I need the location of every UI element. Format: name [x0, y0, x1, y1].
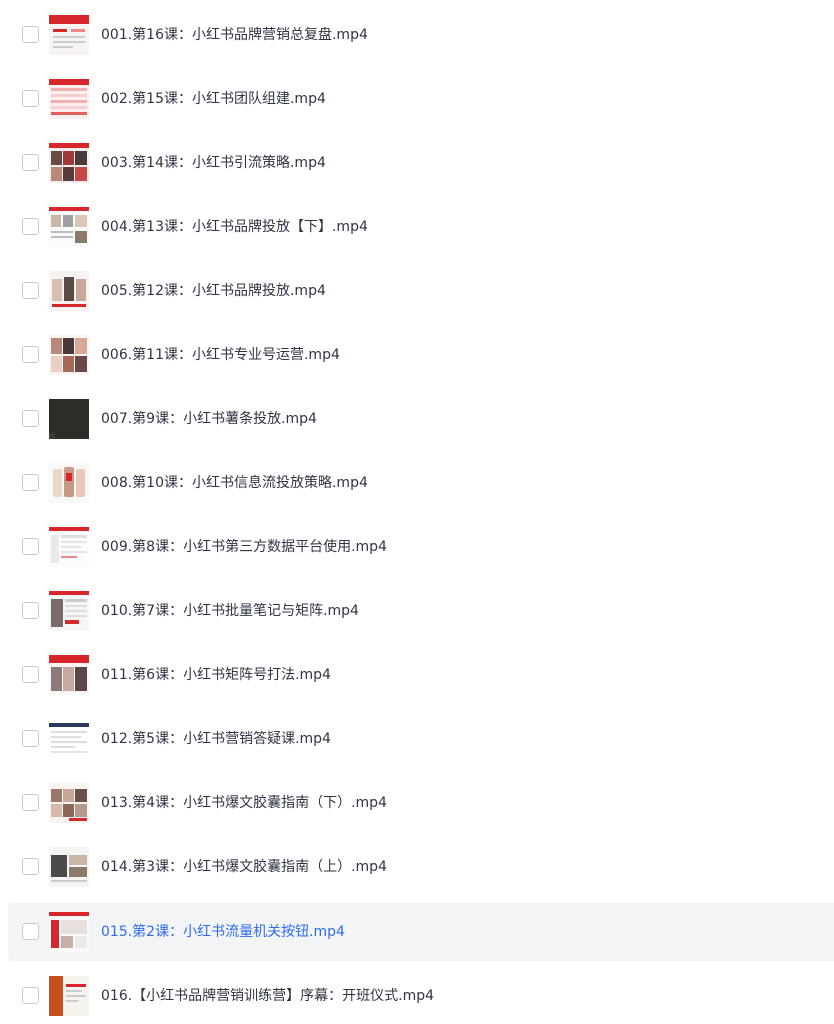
file-row[interactable]: 005.第12课：小红书品牌投放.mp4 [8, 262, 834, 320]
file-checkbox[interactable] [22, 666, 39, 683]
file-row[interactable]: 012.第5课：小红书营销答疑课.mp4 [8, 710, 834, 768]
file-name[interactable]: 006.第11课：小红书专业号运营.mp4 [101, 326, 340, 384]
file-checkbox[interactable] [22, 282, 39, 299]
slide-notes-thumbnail[interactable] [49, 591, 89, 631]
file-name[interactable]: 004.第13课：小红书品牌投放【下】.mp4 [101, 198, 368, 256]
slide-document-thumbnail[interactable] [49, 719, 89, 759]
file-checkbox[interactable] [22, 154, 39, 171]
slide-screenshot-thumbnail[interactable] [49, 912, 89, 952]
file-row[interactable]: 014.第3课：小红书爆文胶囊指南（上）.mp4 [8, 838, 834, 896]
dark-video-frame-thumbnail[interactable] [49, 399, 89, 439]
file-checkbox[interactable] [22, 858, 39, 875]
file-name[interactable]: 003.第14课：小红书引流策略.mp4 [101, 134, 326, 192]
file-row[interactable]: 013.第4课：小红书爆文胶囊指南（下）.mp4 [8, 774, 834, 832]
slide-white-grid-thumbnail[interactable] [49, 207, 89, 247]
file-row[interactable]: 009.第8课：小红书第三方数据平台使用.mp4 [8, 518, 834, 576]
slide-profile-cards-thumbnail[interactable] [49, 335, 89, 375]
file-name[interactable]: 001.第16课：小红书品牌营销总复盘.mp4 [101, 6, 368, 64]
file-checkbox[interactable] [22, 346, 39, 363]
file-row[interactable]: 011.第6课：小红书矩阵号打法.mp4 [8, 646, 834, 704]
file-list: 001.第16课：小红书品牌营销总复盘.mp4 002.第15课：小红书团队组建… [0, 0, 834, 1024]
slide-dashboard-thumbnail[interactable] [49, 527, 89, 567]
file-checkbox[interactable] [22, 987, 39, 1004]
slide-photo-grid-thumbnail[interactable] [49, 783, 89, 823]
file-row[interactable]: 004.第13课：小红书品牌投放【下】.mp4 [8, 198, 834, 256]
file-checkbox[interactable] [22, 90, 39, 107]
file-name[interactable]: 007.第9课：小红书薯条投放.mp4 [101, 390, 317, 448]
file-name[interactable]: 012.第5课：小红书营销答疑课.mp4 [101, 710, 331, 768]
file-checkbox[interactable] [22, 410, 39, 427]
file-name[interactable]: 014.第3课：小红书爆文胶囊指南（上）.mp4 [101, 838, 387, 896]
file-row[interactable]: 006.第11课：小红书专业号运营.mp4 [8, 326, 834, 384]
slide-red-header-thumbnail[interactable] [49, 15, 89, 55]
slide-matrix-thumbnail[interactable] [49, 655, 89, 695]
orange-cover-thumbnail[interactable] [49, 976, 89, 1016]
file-name[interactable]: 002.第15课：小红书团队组建.mp4 [101, 70, 326, 128]
file-name[interactable]: 008.第10课：小红书信息流投放策略.mp4 [101, 454, 368, 512]
slide-photo-collage-thumbnail[interactable] [49, 847, 89, 887]
file-name[interactable]: 011.第6课：小红书矩阵号打法.mp4 [101, 646, 331, 704]
slide-red-table-thumbnail[interactable] [49, 79, 89, 119]
file-row-highlighted[interactable]: 015.第2课：小红书流量机关按钮.mp4 [8, 903, 834, 961]
file-row[interactable]: 003.第14课：小红书引流策略.mp4 [8, 134, 834, 192]
file-checkbox[interactable] [22, 538, 39, 555]
file-row[interactable]: 002.第15课：小红书团队组建.mp4 [8, 70, 834, 128]
file-name[interactable]: 009.第8课：小红书第三方数据平台使用.mp4 [101, 518, 387, 576]
file-checkbox[interactable] [22, 474, 39, 491]
file-name[interactable]: 015.第2课：小红书流量机关按钮.mp4 [101, 903, 345, 961]
file-checkbox[interactable] [22, 730, 39, 747]
file-name[interactable]: 005.第12课：小红书品牌投放.mp4 [101, 262, 326, 320]
file-checkbox[interactable] [22, 218, 39, 235]
file-checkbox[interactable] [22, 602, 39, 619]
file-row[interactable]: 010.第7课：小红书批量笔记与矩阵.mp4 [8, 582, 834, 640]
file-name[interactable]: 010.第7课：小红书批量笔记与矩阵.mp4 [101, 582, 359, 640]
slide-portraits-thumbnail[interactable] [49, 271, 89, 311]
file-row[interactable]: 016.【小红书品牌营销训练营】序幕：开班仪式.mp4 [8, 967, 834, 1024]
slide-phone-screens-thumbnail[interactable] [49, 463, 89, 503]
file-checkbox[interactable] [22, 794, 39, 811]
file-name[interactable]: 016.【小红书品牌营销训练营】序幕：开班仪式.mp4 [101, 967, 434, 1024]
file-name[interactable]: 013.第4课：小红书爆文胶囊指南（下）.mp4 [101, 774, 387, 832]
slide-dark-photos-thumbnail[interactable] [49, 143, 89, 183]
file-row[interactable]: 008.第10课：小红书信息流投放策略.mp4 [8, 454, 834, 512]
file-checkbox[interactable] [22, 923, 39, 940]
file-row[interactable]: 001.第16课：小红书品牌营销总复盘.mp4 [8, 6, 834, 64]
file-checkbox[interactable] [22, 26, 39, 43]
file-row[interactable]: 007.第9课：小红书薯条投放.mp4 [8, 390, 834, 448]
